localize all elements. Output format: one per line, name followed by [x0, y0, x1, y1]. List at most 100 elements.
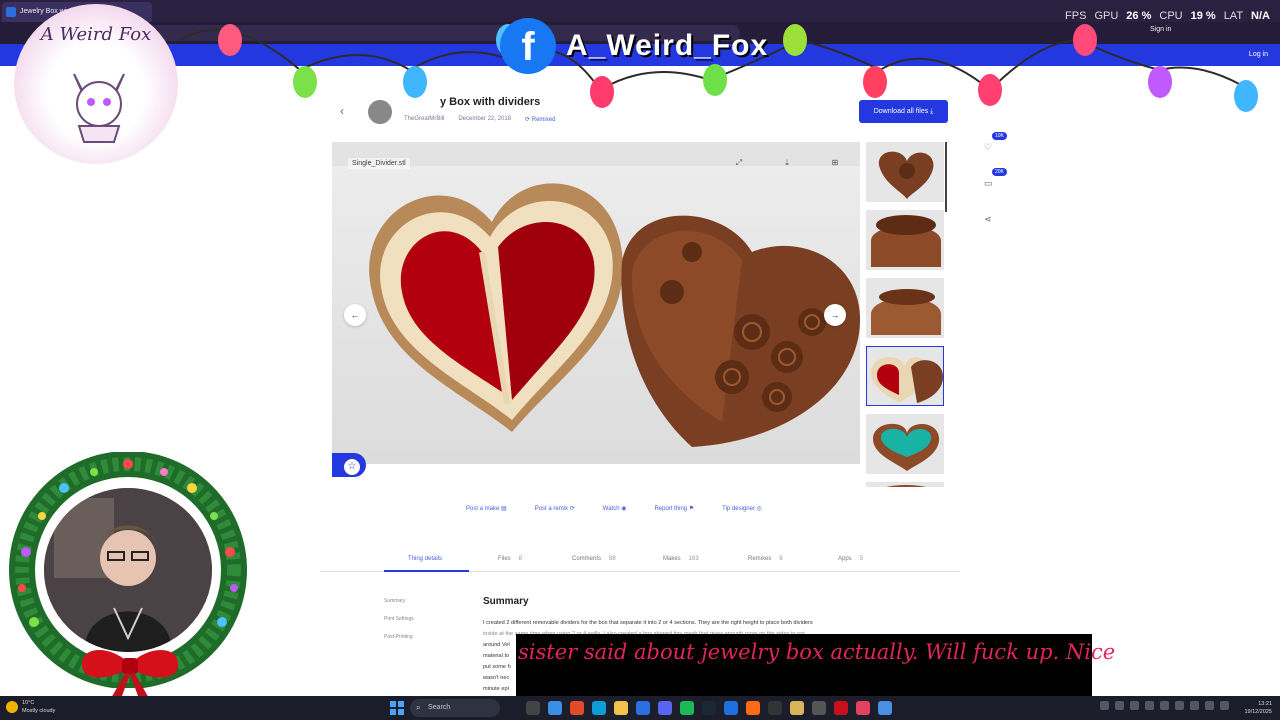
- login-link[interactable]: Log in: [1249, 51, 1268, 58]
- webcam-feed: [44, 488, 212, 652]
- system-tray[interactable]: [1100, 701, 1229, 710]
- edge-icon[interactable]: [592, 701, 606, 715]
- tab-comments[interactable]: Comments 88: [572, 556, 616, 562]
- thumbnail-strip: [866, 142, 946, 487]
- summary-heading: Summary: [483, 596, 529, 607]
- author-avatar[interactable]: [368, 100, 392, 124]
- tab-thing-details[interactable]: Thing details: [408, 556, 442, 562]
- collects-count: 20K: [992, 168, 1007, 176]
- live-subtitle-text: sister said about jewelry box actually. …: [518, 640, 1116, 664]
- watch-link[interactable]: Watch ◉: [603, 505, 627, 512]
- clock-date: 19/12/2025: [1244, 709, 1272, 715]
- heart-box-photo: [369, 183, 860, 447]
- image-viewer[interactable]: Single_Divider.stl ⤢ ⤓ ⊞ ← →: [332, 142, 860, 464]
- likes-count: 10K: [992, 132, 1007, 140]
- search-icon: ⌕: [416, 703, 421, 712]
- nav-print-settings[interactable]: Print Settings: [384, 616, 414, 622]
- gpu-value: 26 %: [1126, 10, 1152, 22]
- thumbnail[interactable]: [866, 142, 944, 202]
- expand-icon[interactable]: ⤢: [732, 156, 746, 170]
- cpu-value: 19 %: [1190, 10, 1216, 22]
- windows-taskbar: 10°C Mostly cloudy ⌕ Search 13:21 19/12/…: [0, 696, 1280, 720]
- app-icon[interactable]: [856, 701, 870, 715]
- ribbon-bow: [81, 649, 179, 700]
- browser-app-icon[interactable]: [570, 701, 584, 715]
- start-button[interactable]: [390, 701, 404, 715]
- summary-line: I created 2 different removable dividers…: [483, 620, 813, 626]
- thumbnail[interactable]: [866, 210, 944, 270]
- tab-remixes[interactable]: Remixes 8: [748, 556, 783, 562]
- streamer-logo: A Weird Fox: [14, 4, 178, 164]
- tab-apps[interactable]: Apps 5: [838, 556, 863, 562]
- outlook-icon[interactable]: [724, 701, 738, 715]
- app-icon[interactable]: [834, 701, 848, 715]
- file-name-label: Single_Divider.stl: [348, 158, 410, 169]
- gpu-label: GPU: [1094, 10, 1119, 22]
- fps-label: FPS: [1065, 10, 1087, 22]
- post-remix-link[interactable]: Post a remix ⟳: [535, 505, 575, 512]
- thumbnail[interactable]: [866, 414, 944, 474]
- grid-icon[interactable]: ⊞: [828, 156, 842, 170]
- browser-signin-button[interactable]: Sign in: [1150, 26, 1171, 33]
- facebook-name: A_Weird_Fox: [566, 29, 769, 62]
- post-make-link[interactable]: Post a make ▤: [466, 505, 507, 512]
- share-icon[interactable]: ⋖: [984, 214, 992, 225]
- store-icon[interactable]: [636, 701, 650, 715]
- thumbnail[interactable]: [866, 278, 944, 338]
- thing-tabs: Thing details Files 8 Comments 88 Makes 163…: [320, 552, 960, 572]
- lat-label: LAT: [1223, 10, 1244, 22]
- tip-designer-link[interactable]: Tip designer ◎: [722, 505, 762, 512]
- facebook-banner: f A_Weird_Fox: [500, 18, 768, 74]
- tab-files[interactable]: Files 8: [498, 556, 522, 562]
- right-action-bar: ♡ 10K ▭ 20K ⋖: [980, 130, 1010, 230]
- steam-icon[interactable]: [702, 701, 716, 715]
- heart-icon[interactable]: ♡: [984, 142, 992, 153]
- weather-widget[interactable]: 10°C Mostly cloudy: [6, 699, 55, 715]
- spotify-icon[interactable]: [680, 701, 694, 715]
- performance-stats: FPS GPU 26 % CPU 19 % LAT N/A: [1065, 10, 1270, 22]
- app-icon[interactable]: [790, 701, 804, 715]
- nav-summary[interactable]: Summary: [384, 598, 414, 604]
- favorite-button[interactable]: ☆: [332, 453, 366, 477]
- thingiverse-favicon-icon: [6, 7, 16, 17]
- clock-time: 13:21: [1258, 701, 1272, 707]
- download-all-button[interactable]: Download all files ⤓: [859, 100, 948, 123]
- weather-icon: [6, 701, 18, 713]
- facebook-icon: f: [500, 18, 556, 74]
- chrome-icon[interactable]: [548, 701, 562, 715]
- thumbnail[interactable]: [866, 482, 944, 487]
- thumbnail-scrollbar[interactable]: [945, 142, 947, 212]
- report-thing-link[interactable]: Report thing ⚑: [654, 505, 694, 512]
- logo-text: A Weird Fox: [40, 24, 152, 45]
- nav-post-printing[interactable]: Post-Printing: [384, 634, 414, 640]
- thumbnail-selected[interactable]: [866, 346, 944, 406]
- thing-title: y Box with dividers: [440, 96, 541, 108]
- app-icon[interactable]: [878, 701, 892, 715]
- remixed-link[interactable]: ⟳ Remixed: [525, 116, 555, 123]
- taskbar-search[interactable]: ⌕ Search: [410, 699, 500, 717]
- fox-mascot-icon: [73, 73, 125, 143]
- publish-date: December 22, 2018: [458, 116, 512, 122]
- collect-icon[interactable]: ▭: [984, 178, 993, 189]
- prev-image-button[interactable]: ←: [344, 304, 366, 326]
- thing-meta: TheGreatMrBill December 22, 2018 ⟳ Remix…: [404, 116, 555, 123]
- author-link[interactable]: TheGreatMrBill: [404, 116, 444, 123]
- weather-desc: Mostly cloudy: [22, 708, 56, 714]
- obs-icon[interactable]: [768, 701, 782, 715]
- details-nav: Summary Print Settings Post-Printing: [384, 598, 414, 652]
- weather-temp: 10°C: [22, 700, 35, 706]
- lat-value: N/A: [1251, 10, 1270, 22]
- tab-makes[interactable]: Makes 163: [663, 556, 699, 562]
- star-icon: ☆: [344, 459, 360, 475]
- file-explorer-icon[interactable]: [614, 701, 628, 715]
- download-icon[interactable]: ⤓: [780, 156, 794, 170]
- search-label: Search: [428, 704, 451, 711]
- settings-icon[interactable]: [812, 701, 826, 715]
- app-icon[interactable]: [746, 701, 760, 715]
- system-clock[interactable]: 13:21 19/12/2025: [1244, 700, 1272, 716]
- next-image-button[interactable]: →: [824, 304, 846, 326]
- discord-icon[interactable]: [658, 701, 672, 715]
- back-arrow-icon[interactable]: ‹: [340, 104, 344, 118]
- thing-actions: Post a make ▤ Post a remix ⟳ Watch ◉ Rep…: [466, 505, 762, 512]
- task-view-icon[interactable]: [526, 701, 540, 715]
